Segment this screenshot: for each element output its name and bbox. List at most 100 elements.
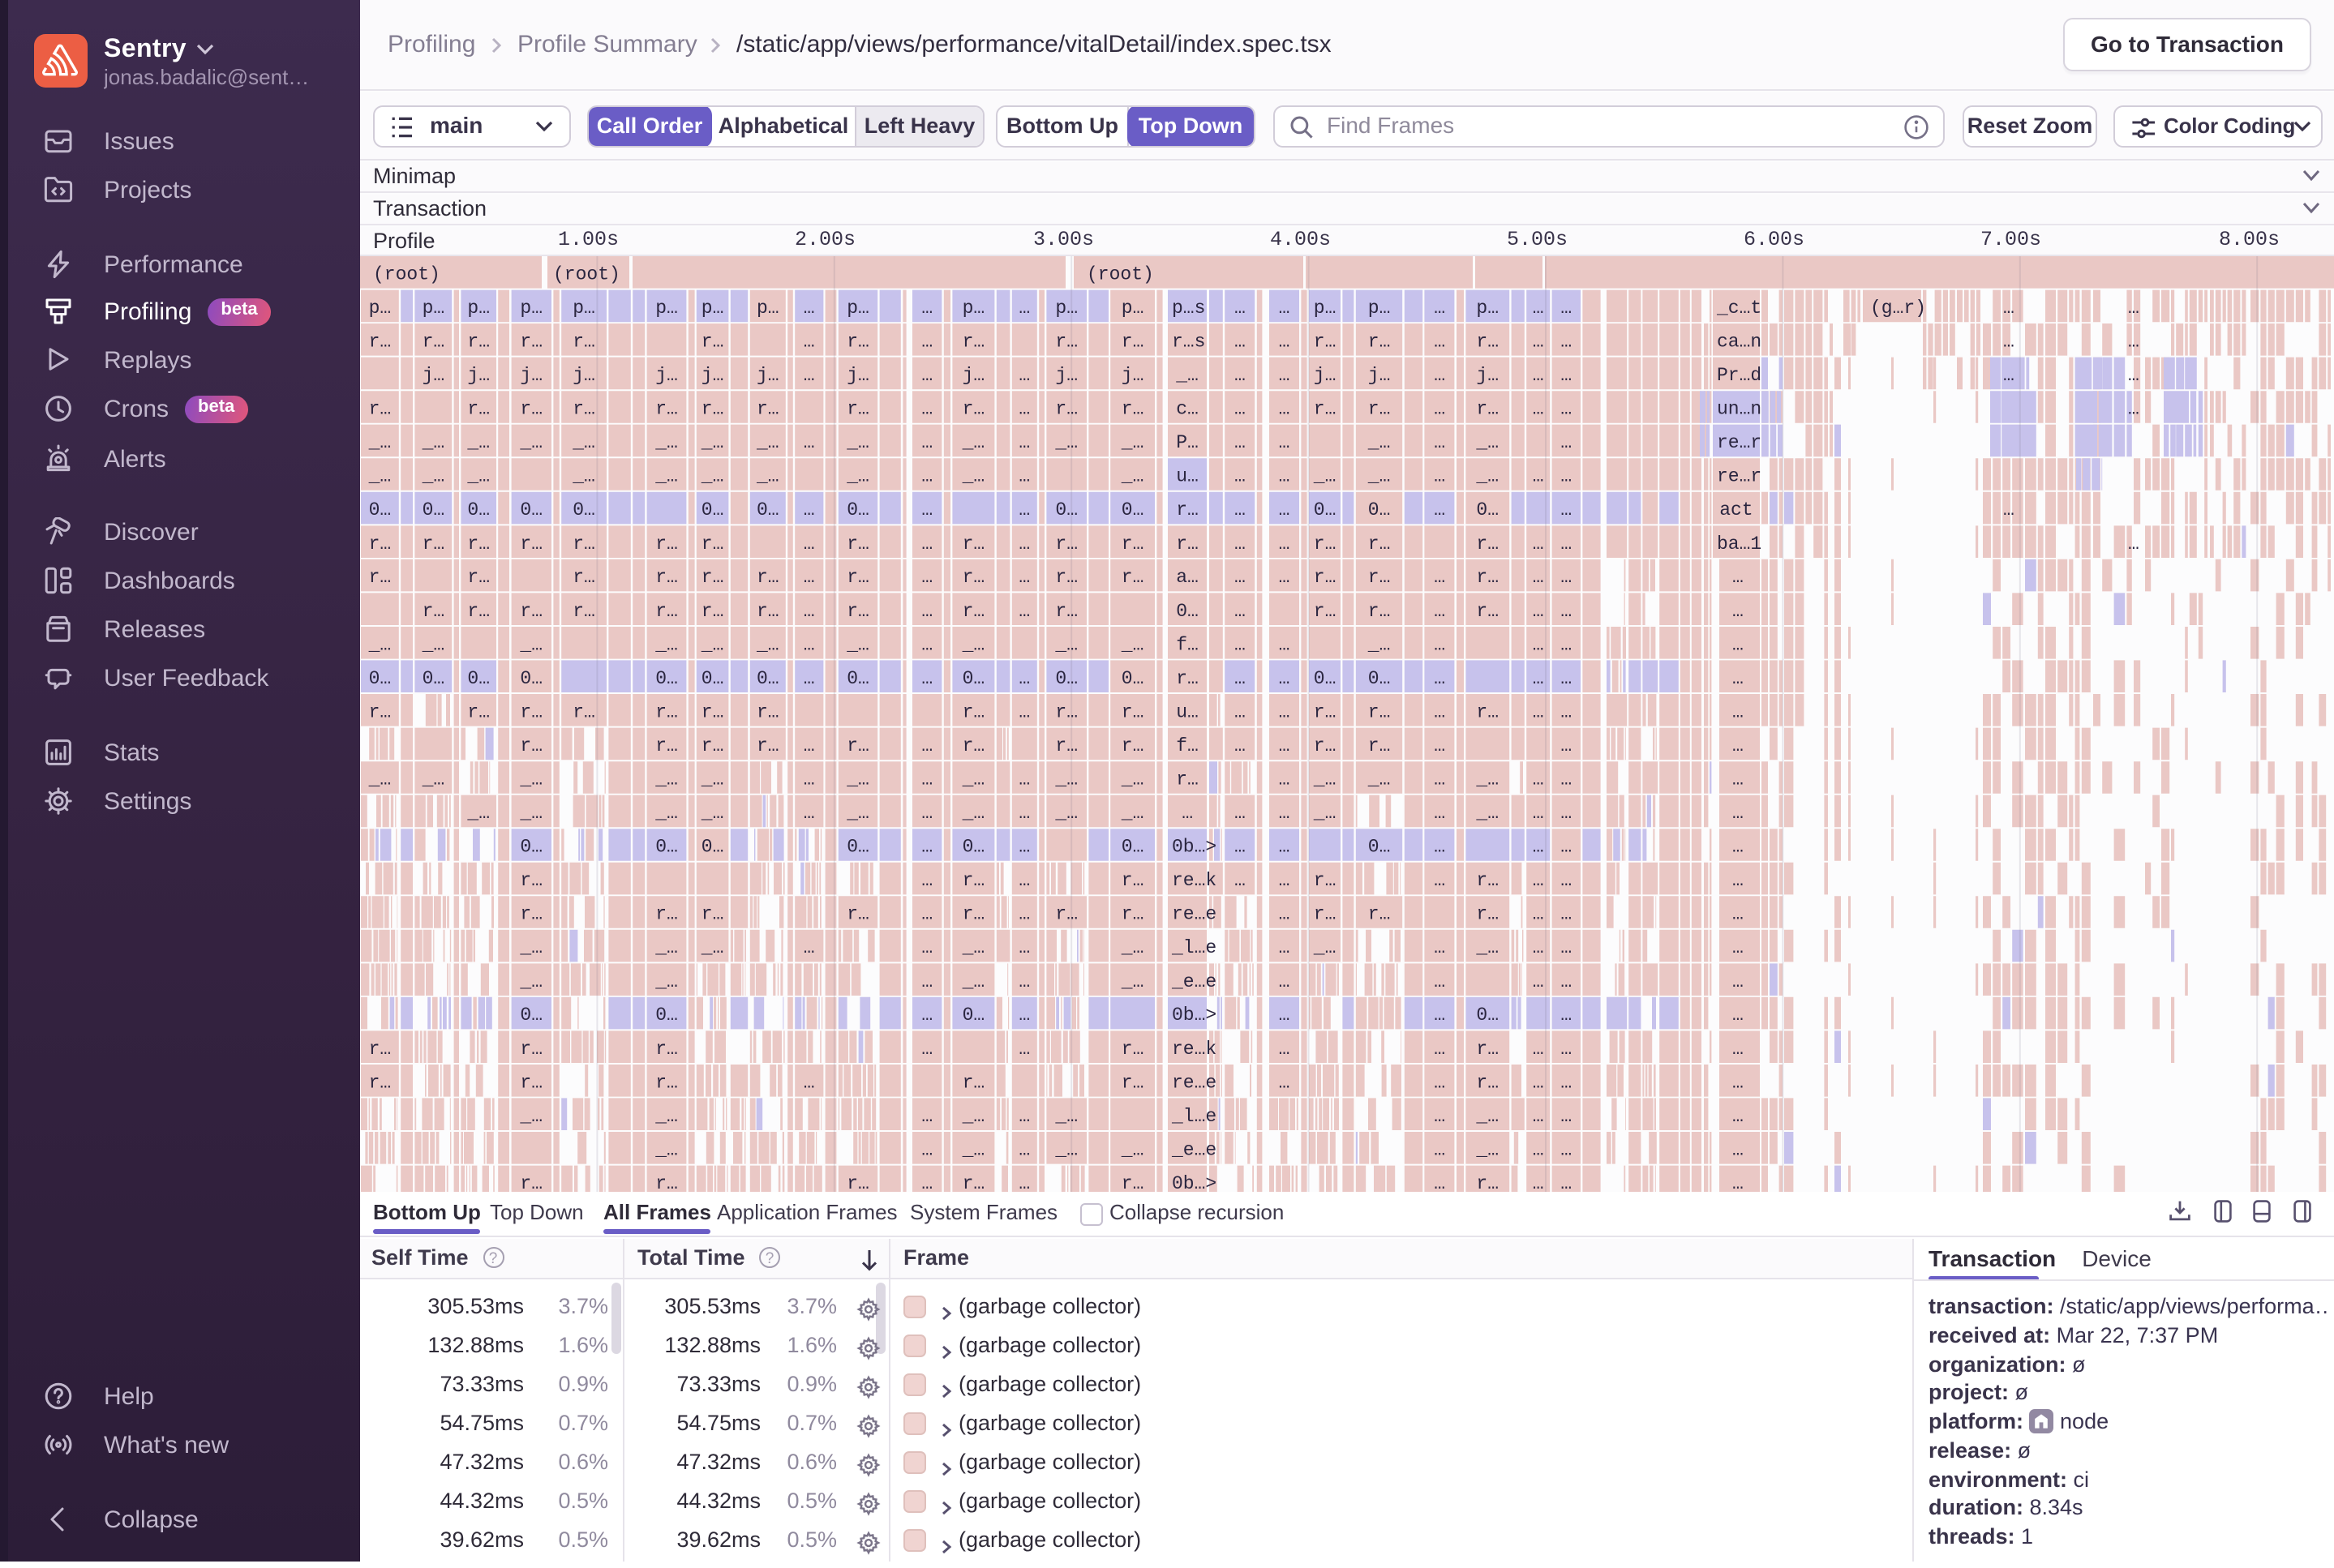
svg-text:r…: r… [655, 701, 678, 722]
svg-text:r…: r… [1314, 870, 1336, 891]
svg-text:_…: _… [1475, 803, 1499, 824]
svg-text:…: … [2003, 298, 2014, 319]
svg-text:…: … [804, 634, 815, 655]
svg-text:…: … [1019, 432, 1030, 453]
svg-text:…: … [1434, 1173, 1445, 1192]
svg-text:_…: _… [572, 466, 595, 487]
svg-text:…: … [1560, 298, 1572, 319]
svg-text:…: … [1279, 1005, 1290, 1026]
svg-text:re…e: re…e [1172, 1072, 1216, 1093]
svg-text:…: … [1279, 365, 1290, 386]
svg-text:…: … [1279, 870, 1290, 891]
svg-text:_…: _… [1054, 769, 1078, 790]
svg-text:r…: r… [701, 331, 724, 352]
svg-text:ba…1: ba…1 [1717, 533, 1761, 555]
svg-text:_…: _… [962, 466, 985, 487]
svg-text:un…n: un…n [1717, 399, 1761, 420]
svg-text:r…: r… [963, 533, 985, 555]
svg-text:_e…e: _e…e [1171, 971, 1216, 992]
svg-text:r…: r… [520, 331, 543, 352]
svg-text:r…: r… [1476, 399, 1499, 420]
svg-text:r…: r… [520, 533, 543, 555]
svg-text:0…: 0… [701, 837, 724, 858]
svg-text:_…: _… [519, 432, 543, 453]
svg-text:_…: _… [1313, 937, 1336, 958]
svg-text:…: … [1434, 971, 1445, 992]
svg-text:r…: r… [963, 904, 985, 925]
svg-text:r…: r… [573, 533, 595, 555]
svg-text:r…: r… [1368, 567, 1391, 588]
svg-text:r…: r… [369, 331, 392, 352]
svg-text:…: … [1279, 567, 1290, 588]
svg-text:r…: r… [1055, 399, 1078, 420]
svg-text:_…: _… [756, 466, 779, 487]
svg-text:…: … [804, 601, 815, 622]
svg-text:…: … [1732, 904, 1744, 925]
svg-text:0…: 0… [1122, 499, 1144, 521]
svg-text:…: … [921, 1106, 933, 1127]
svg-text:r…: r… [847, 735, 869, 756]
svg-text:r…: r… [1122, 1039, 1144, 1060]
svg-text:…: … [1533, 904, 1544, 925]
svg-text:…: … [921, 1139, 933, 1160]
svg-text:r…: r… [963, 399, 985, 420]
svg-text:…: … [1234, 499, 1246, 521]
svg-text:…: … [1434, 466, 1445, 487]
svg-text:0…: 0… [520, 1005, 543, 1026]
svg-text:…: … [921, 1173, 933, 1192]
svg-text:…: … [921, 466, 933, 487]
svg-text:j…: j… [1314, 365, 1336, 386]
svg-text:r…: r… [369, 701, 392, 722]
svg-text:r…: r… [1476, 701, 1499, 722]
svg-text:…: … [1560, 1072, 1572, 1093]
svg-text:…: … [1234, 567, 1246, 588]
svg-text:…: … [1279, 735, 1290, 756]
svg-text:…: … [1533, 769, 1544, 790]
svg-text:…: … [1019, 904, 1030, 925]
svg-text:…: … [804, 331, 815, 352]
svg-text:0b…>: 0b…> [1172, 1173, 1216, 1192]
svg-text:j…: j… [963, 365, 985, 386]
svg-text:…: … [804, 499, 815, 521]
svg-text:r…: r… [655, 533, 678, 555]
svg-text:r…: r… [1055, 735, 1078, 756]
svg-text:r…: r… [467, 399, 490, 420]
svg-text:r…: r… [1176, 769, 1199, 790]
svg-text:_…: _… [962, 634, 985, 655]
svg-text:_…: _… [1054, 634, 1078, 655]
svg-text:…: … [1533, 803, 1544, 824]
svg-text:(g…r): (g…r) [1870, 298, 1926, 319]
svg-text:_…: _… [1313, 466, 1336, 487]
svg-text:_…: _… [846, 803, 869, 824]
svg-text:r…: r… [847, 1173, 869, 1192]
svg-text:…: … [1560, 567, 1572, 588]
svg-text:…: … [804, 668, 815, 689]
svg-text:…: … [2003, 331, 2014, 352]
svg-text:_…: _… [701, 769, 724, 790]
svg-text:r…: r… [963, 870, 985, 891]
svg-text:…: … [1019, 1173, 1030, 1192]
svg-text:_…: _… [701, 634, 724, 655]
svg-text:0…: 0… [655, 837, 678, 858]
svg-text:…: … [1279, 331, 1290, 352]
svg-text:…: … [1560, 803, 1572, 824]
svg-text:…: … [1732, 769, 1744, 790]
svg-text:p…: p… [1476, 298, 1499, 319]
svg-text:_…: _… [962, 937, 985, 958]
svg-text:_…: _… [422, 634, 445, 655]
svg-text:…: … [1019, 1106, 1030, 1127]
svg-text:…: … [1533, 601, 1544, 622]
svg-text:_…: _… [368, 466, 392, 487]
svg-text:…: … [1732, 1039, 1744, 1060]
svg-text:…: … [1732, 701, 1744, 722]
svg-text:p…: p… [520, 298, 543, 319]
svg-text:_…: _… [654, 1106, 678, 1127]
svg-text:…: … [1434, 803, 1445, 824]
svg-text:r…: r… [1476, 1039, 1499, 1060]
svg-text:r…: r… [963, 735, 985, 756]
svg-text:…: … [1732, 567, 1744, 588]
svg-text:…: … [1234, 365, 1246, 386]
svg-text:…: … [1234, 735, 1246, 756]
svg-text:r…: r… [655, 399, 678, 420]
svg-text:…: … [921, 634, 933, 655]
